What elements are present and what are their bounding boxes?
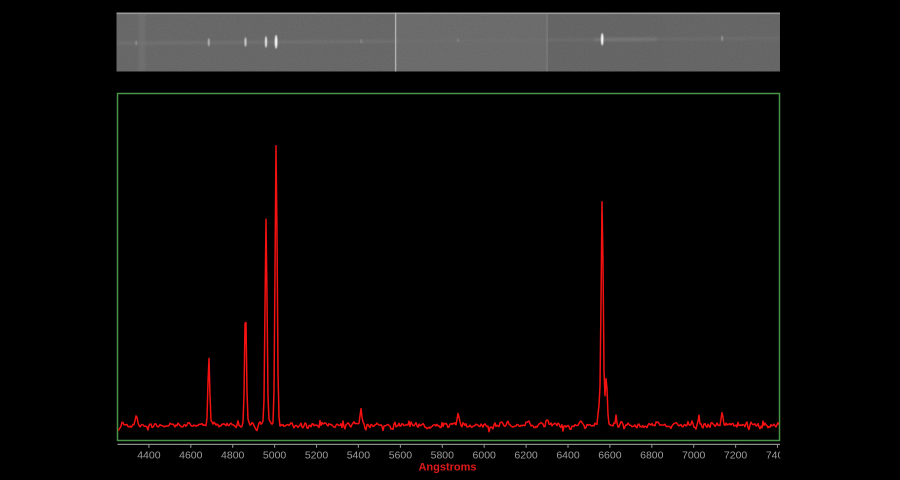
svg-text:7200: 7200 [724,449,748,461]
svg-text:5800: 5800 [431,449,455,461]
svg-text:6600: 6600 [598,449,622,461]
svg-text:6800: 6800 [640,449,664,461]
svg-text:6200: 6200 [514,449,538,461]
svg-text:4800: 4800 [221,449,245,461]
svg-text:5400: 5400 [347,449,371,461]
svg-text:5000: 5000 [263,449,287,461]
svg-text:5600: 5600 [389,449,413,461]
svg-text:6000: 6000 [473,449,497,461]
svg-text:7000: 7000 [682,449,706,461]
svg-text:4400: 4400 [137,449,161,461]
svg-text:6400: 6400 [556,449,580,461]
svg-text:4600: 4600 [179,449,203,461]
svg-text:Angstroms: Angstroms [418,462,476,474]
svg-text:5200: 5200 [305,449,329,461]
